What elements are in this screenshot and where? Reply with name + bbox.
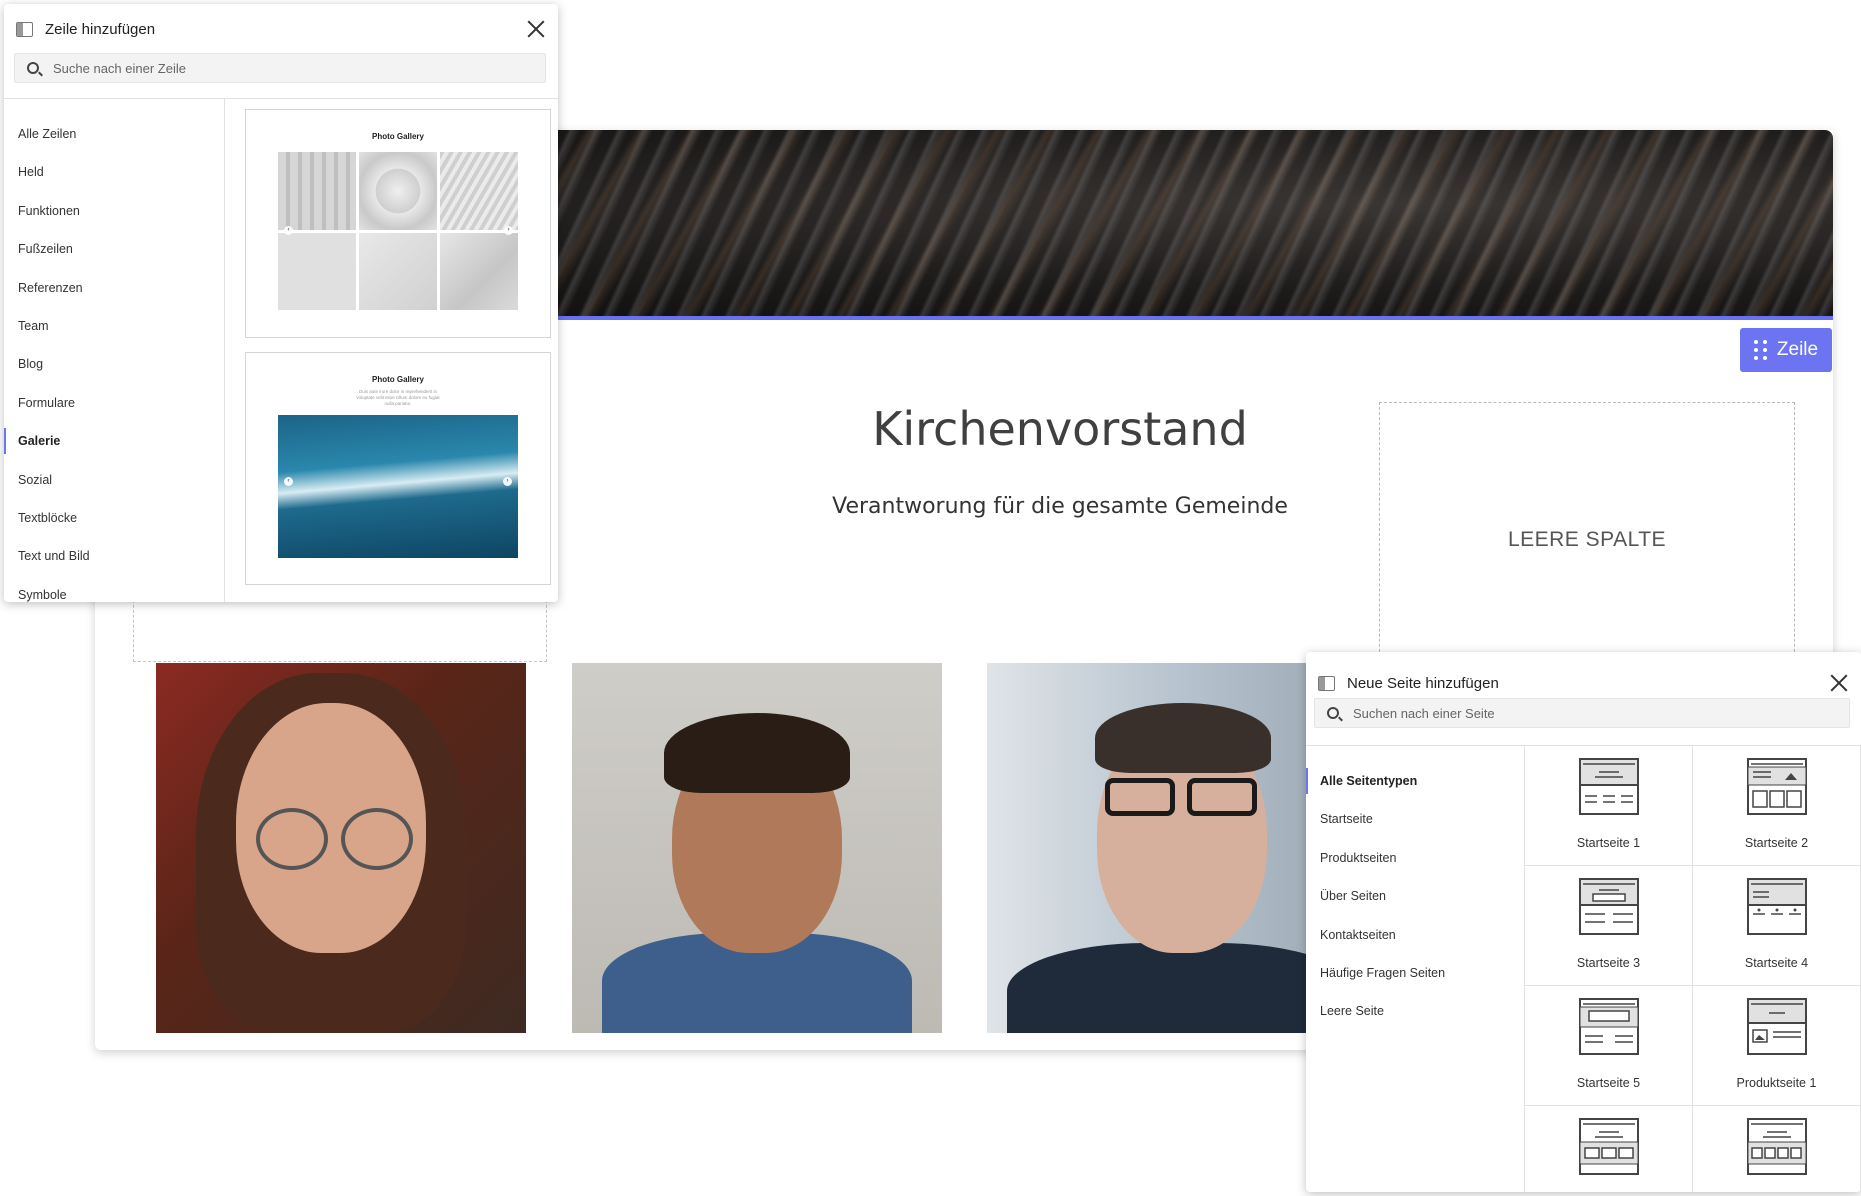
row-template-gallery-grid[interactable]: Photo Gallery ‹ ›	[245, 109, 551, 338]
add-row-panel: Zeile hinzufügen Alle Zeilen Held Funkti…	[4, 4, 558, 602]
search-icon	[1327, 707, 1339, 719]
empty-column-left[interactable]	[133, 600, 547, 662]
row-category-item[interactable]: Text und Bild	[4, 537, 224, 575]
divider	[224, 99, 225, 602]
team-photo-man-smiling[interactable]	[572, 663, 942, 1033]
row-search-box[interactable]	[14, 53, 546, 83]
page-template-tile[interactable]	[1525, 1106, 1693, 1192]
divider	[4, 98, 558, 99]
photo-detail	[256, 808, 328, 870]
photo-detail	[1007, 943, 1357, 1033]
row-handle-button[interactable]: Zeile	[1740, 328, 1832, 372]
row-category-list: Alle Zeilen Held Funktionen Fußzeilen Re…	[4, 115, 224, 602]
template-title: Photo Gallery	[371, 375, 424, 384]
drag-handle-icon	[1753, 340, 1767, 360]
photo-detail	[1095, 703, 1271, 773]
row-template-gallery-slider[interactable]: Photo Gallery Duis aute irure dolor in r…	[245, 352, 551, 585]
page-category-item-active[interactable]: Alle Seitentypen	[1306, 762, 1524, 800]
page-heading[interactable]: Kirchenvorstand	[655, 402, 1465, 456]
photo-detail	[341, 808, 413, 870]
row-search-input[interactable]	[53, 60, 494, 76]
photo-detail	[664, 713, 850, 793]
row-category-item[interactable]: Sozial	[4, 461, 224, 499]
photo-detail	[1187, 778, 1257, 816]
page-category-list: Alle Seitentypen Startseite Produktseite…	[1306, 762, 1524, 1031]
page-template-label: Startseite 4	[1744, 956, 1809, 970]
page-category-item[interactable]: Leere Seite	[1306, 992, 1524, 1030]
page-template-label: Startseite 1	[1576, 836, 1641, 850]
empty-column-label: LEERE SPALTE	[1507, 527, 1667, 551]
page-template-tile[interactable]	[1693, 1106, 1861, 1192]
team-photo-woman[interactable]	[156, 663, 526, 1033]
close-icon[interactable]	[1829, 673, 1849, 693]
row-handle-label: Zeile	[1776, 339, 1819, 360]
row-category-item-active[interactable]: Galerie	[4, 422, 224, 460]
template-subtitle: Duis aute irure dolor in reprehenderit i…	[356, 389, 440, 406]
page-layout-icon	[1579, 1118, 1639, 1175]
search-icon	[27, 62, 39, 74]
row-category-item[interactable]: Blog	[4, 345, 224, 383]
panel-toggle-icon[interactable]	[16, 21, 33, 37]
page-layout-icon	[1747, 758, 1807, 815]
row-category-item[interactable]: Funktionen	[4, 192, 224, 230]
add-page-panel-title: Neue Seite hinzufügen	[1347, 674, 1499, 692]
page-subheading[interactable]: Verantworung für die gesamte Gemeinde	[655, 494, 1465, 519]
row-category-item[interactable]: Held	[4, 153, 224, 191]
page-template-tile[interactable]: Startseite 5	[1525, 986, 1693, 1106]
template-title: Photo Gallery	[371, 132, 424, 141]
row-category-item[interactable]: Team	[4, 307, 224, 345]
row-category-item[interactable]: Fußzeilen	[4, 230, 224, 268]
panel-toggle-icon[interactable]	[1318, 675, 1335, 691]
page-template-tile[interactable]: Startseite 1	[1525, 746, 1693, 866]
page-layout-icon	[1579, 998, 1639, 1055]
page-template-label: Startseite 5	[1576, 1076, 1641, 1090]
page-template-label: Startseite 2	[1744, 836, 1809, 850]
page-search-input[interactable]	[1353, 705, 1797, 721]
chevron-left-icon: ‹	[284, 226, 293, 235]
add-page-panel: Neue Seite hinzufügen Alle Seitentypen S…	[1306, 652, 1861, 1192]
add-row-panel-header: Zeile hinzufügen	[4, 4, 558, 54]
page-layout-icon	[1579, 878, 1639, 935]
team-photo-man-glasses[interactable]	[987, 663, 1357, 1033]
page-layout-icon	[1579, 758, 1639, 815]
page-category-item[interactable]: Kontaktseiten	[1306, 916, 1524, 954]
chevron-right-icon: ›	[503, 477, 512, 486]
chevron-right-icon: ›	[504, 226, 513, 235]
chevron-left-icon: ‹	[284, 477, 293, 486]
gallery-grid-preview	[278, 152, 518, 310]
page-category-item[interactable]: Häufige Fragen Seiten	[1306, 954, 1524, 992]
page-template-tile[interactable]: Startseite 3	[1525, 866, 1693, 986]
row-category-item[interactable]: Formulare	[4, 384, 224, 422]
add-row-panel-title: Zeile hinzufügen	[45, 20, 156, 38]
row-category-item[interactable]: Textblöcke	[4, 499, 224, 537]
row-category-item[interactable]: Alle Zeilen	[4, 115, 224, 153]
page-category-item[interactable]: Startseite	[1306, 800, 1524, 838]
page-layout-icon	[1747, 998, 1807, 1055]
page-category-item[interactable]: Produktseiten	[1306, 839, 1524, 877]
wave-preview-image	[278, 415, 518, 558]
page-template-label: Produktseite 1	[1736, 1076, 1817, 1090]
page-template-tile[interactable]: Produktseite 1	[1693, 986, 1861, 1106]
page-layout-icon	[1747, 878, 1807, 935]
page-search-box[interactable]	[1314, 698, 1850, 728]
empty-column[interactable]: LEERE SPALTE	[1379, 402, 1795, 677]
page-template-label: Startseite 3	[1576, 956, 1641, 970]
close-icon[interactable]	[526, 19, 546, 39]
screen: Zeile Kirchenvorstand Verantworung für d…	[0, 0, 1861, 1196]
page-category-item[interactable]: Über Seiten	[1306, 877, 1524, 915]
photo-detail	[1105, 778, 1175, 816]
page-template-tile[interactable]: Startseite 4	[1693, 866, 1861, 986]
row-category-item[interactable]: Symbole	[4, 576, 224, 602]
page-template-tile[interactable]: Startseite 2	[1693, 746, 1861, 866]
page-layout-icon	[1747, 1118, 1807, 1175]
row-category-item[interactable]: Referenzen	[4, 269, 224, 307]
